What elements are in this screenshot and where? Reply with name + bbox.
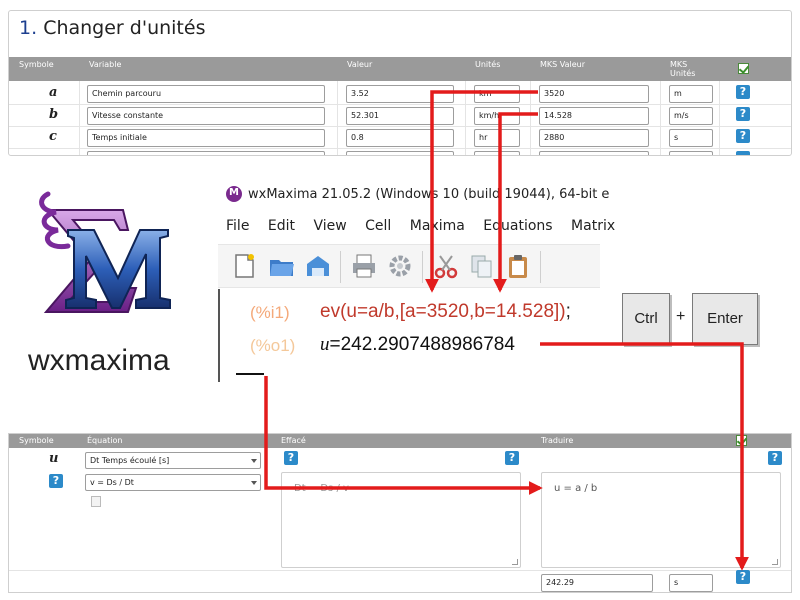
window-titlebar[interactable]: wxMaxima 21.05.2 (Windows 10 (build 1904… (218, 176, 609, 212)
menu-view[interactable]: View (313, 218, 346, 234)
variable-field[interactable]: Chemin parcouru (87, 85, 325, 103)
open-folder-icon[interactable] (268, 252, 296, 280)
mks-unite-field[interactable]: m/s (669, 107, 713, 125)
section-title: 1. Changer d'unités (19, 17, 206, 39)
menu-matrix[interactable]: Matrix (571, 218, 615, 234)
variable-field[interactable]: Temps initiale (87, 129, 325, 147)
header-equation: Équation (87, 436, 123, 445)
valeur-field[interactable]: 3.52 (346, 85, 454, 103)
effacer-textarea[interactable]: Dt = Ds / v (281, 472, 521, 568)
result-unit-field[interactable]: s (669, 574, 713, 592)
header-unites: Unités (475, 60, 501, 69)
table-row (9, 149, 791, 155)
mks-valeur-field[interactable]: 14.528 (539, 107, 649, 125)
help-icon[interactable]: ? (736, 129, 750, 143)
menu-edit[interactable]: Edit (268, 218, 295, 234)
app-icon (226, 186, 242, 202)
menu-bar: File Edit View Cell Maxima Equations Mat… (226, 218, 629, 234)
menu-cell[interactable]: Cell (365, 218, 391, 234)
input-label: (%i1) (250, 303, 290, 322)
table-row: b Vitesse constante 52.301 km/h 14.528 m… (9, 105, 791, 127)
text-cursor (236, 373, 264, 375)
cut-icon[interactable] (432, 252, 460, 280)
equation-panel: Symbole Équation Effacé Traduire u Dt Te… (8, 433, 792, 593)
equation-select[interactable]: v = Ds / Dt (85, 474, 261, 491)
input-expression[interactable]: ev(u=a/b,[a=3520,b=14.528]); (320, 301, 571, 323)
change-units-panel: 1. Changer d'unités Symbole Variable Val… (8, 10, 792, 156)
help-icon[interactable]: ? (736, 570, 750, 584)
mks-valeur-field[interactable]: 3520 (539, 85, 649, 103)
output-label: (%o1) (250, 336, 296, 355)
table-row: a Chemin parcouru 3.52 km 3520 m ? (9, 83, 791, 105)
mks-unite-field[interactable] (669, 151, 713, 155)
variable-field[interactable] (87, 151, 325, 155)
valeur-field[interactable]: 0.8 (346, 129, 454, 147)
symbol-u: u (49, 451, 59, 466)
symbol-b: b (49, 107, 59, 122)
menu-maxima[interactable]: Maxima (410, 218, 465, 234)
header-symbole: Symbole (19, 60, 54, 69)
header-variable: Variable (89, 60, 122, 69)
unite-field[interactable]: hr (474, 129, 520, 147)
help-icon[interactable]: ? (768, 451, 782, 465)
help-icon[interactable]: ? (284, 451, 298, 465)
variable-select[interactable]: Dt Temps écoulé [s] (85, 452, 261, 469)
help-icon[interactable]: ? (505, 451, 519, 465)
unite-field[interactable]: km/h (474, 107, 520, 125)
valeur-field[interactable] (346, 151, 454, 155)
enter-key: Enter (692, 293, 758, 345)
table-header: Symbole Équation Effacé Traduire (9, 434, 791, 448)
mks-unite-field[interactable]: m (669, 85, 713, 103)
gear-icon[interactable] (386, 252, 414, 280)
menu-equations[interactable]: Equations (483, 218, 552, 234)
save-icon[interactable] (304, 252, 332, 280)
mks-valeur-field[interactable]: 2880 (539, 129, 649, 147)
select-all-checkbox[interactable] (738, 63, 749, 74)
variable-field[interactable]: Vitesse constante (87, 107, 325, 125)
mks-unite-field[interactable]: s (669, 129, 713, 147)
header-traduire: Traduire (541, 436, 574, 445)
header-mks-valeur: MKS Valeur (540, 60, 586, 69)
symbol-a: a (49, 85, 58, 100)
toolbar (218, 244, 600, 288)
table-header: Symbole Variable Valeur Unités MKS Valeu… (9, 57, 791, 81)
paste-icon[interactable] (504, 252, 532, 280)
new-document-icon[interactable] (230, 252, 258, 280)
ctrl-key: Ctrl (622, 293, 670, 345)
plus-sign: + (676, 308, 686, 325)
mks-valeur-field[interactable] (539, 151, 649, 155)
wxmaxima-window: wxMaxima 21.05.2 (Windows 10 (build 1904… (218, 176, 615, 382)
logo-label: wxmaxima (28, 344, 170, 377)
header-mks-unites: MKS Unités (670, 60, 696, 78)
worksheet[interactable]: (%i1) ev(u=a/b,[a=3520,b=14.528]); (%o1)… (218, 289, 600, 382)
header-valeur: Valeur (347, 60, 373, 69)
table-row: c Temps initiale 0.8 hr 2880 s ? (9, 127, 791, 149)
menu-file[interactable]: File (226, 218, 249, 234)
wxmaxima-logo-icon (39, 191, 171, 313)
output-expression: u=242.2907488986784 (320, 334, 515, 355)
help-icon[interactable] (736, 151, 750, 155)
help-icon[interactable]: ? (736, 85, 750, 99)
copy-icon[interactable] (468, 252, 496, 280)
select-checkbox[interactable] (736, 435, 747, 446)
valeur-field[interactable]: 52.301 (346, 107, 454, 125)
unite-field[interactable]: km (474, 85, 520, 103)
symbol-c: c (49, 129, 57, 144)
help-icon[interactable]: ? (736, 107, 750, 121)
result-value-field[interactable]: 242.29 (541, 574, 653, 592)
traduire-textarea[interactable]: u = a / b (541, 472, 781, 568)
help-icon[interactable]: ? (49, 474, 63, 488)
window-title: wxMaxima 21.05.2 (Windows 10 (build 1904… (248, 187, 610, 202)
header-symbole: Symbole (19, 436, 54, 445)
document-icon[interactable] (91, 496, 101, 507)
print-icon[interactable] (350, 252, 378, 280)
header-effacer: Effacé (281, 436, 306, 445)
unite-field[interactable] (474, 151, 520, 155)
